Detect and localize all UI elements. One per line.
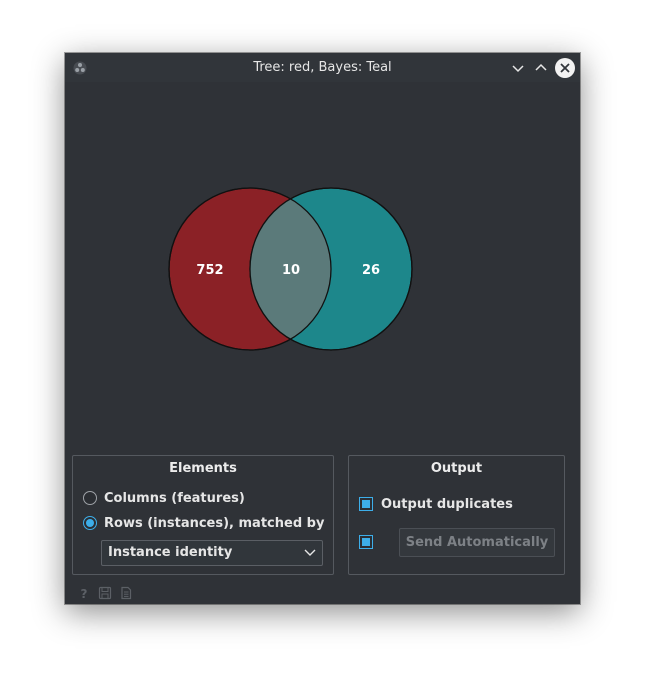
minimize-button[interactable] <box>508 58 528 78</box>
rows-radio-label: Rows (instances), matched by <box>104 515 325 531</box>
columns-radio-row[interactable]: Columns (features) <box>83 489 245 507</box>
title-bar: Tree: red, Bayes: Teal <box>65 53 580 82</box>
venn-intersection-count: 10 <box>282 263 300 278</box>
maximize-button[interactable] <box>531 58 551 78</box>
output-duplicates-checkbox[interactable] <box>359 497 373 511</box>
output-duplicates-row[interactable]: Output duplicates <box>359 495 513 513</box>
columns-radio[interactable] <box>83 491 97 505</box>
venn-left-count: 752 <box>196 263 223 278</box>
status-bar: ? <box>77 586 133 602</box>
venn-diagram: 752 10 26 <box>168 187 413 351</box>
send-automatically-button[interactable]: Send Automatically <box>399 528 555 557</box>
save-icon[interactable] <box>98 586 112 600</box>
close-button[interactable] <box>555 58 575 78</box>
match-by-dropdown[interactable]: Instance identity <box>101 540 323 566</box>
auto-send-checkbox[interactable] <box>359 535 373 549</box>
output-group: Output Output duplicates Send Automatica… <box>348 455 565 575</box>
rows-radio[interactable] <box>83 516 97 530</box>
match-by-value: Instance identity <box>108 545 233 560</box>
output-title: Output <box>430 461 483 476</box>
columns-radio-label: Columns (features) <box>104 490 245 506</box>
help-icon[interactable]: ? <box>77 586 91 600</box>
chevron-down-icon <box>304 549 316 556</box>
rows-radio-row[interactable]: Rows (instances), matched by <box>83 514 324 532</box>
report-icon[interactable] <box>119 586 133 600</box>
elements-group: Elements Columns (features) Rows (instan… <box>72 455 334 575</box>
window-title: Tree: red, Bayes: Teal <box>253 60 392 75</box>
svg-text:?: ? <box>81 587 88 600</box>
venn-right-count: 26 <box>362 263 380 278</box>
venn-diagram-window: Tree: red, Bayes: Teal 752 10 26 Element… <box>65 53 580 604</box>
auto-send-row[interactable] <box>359 533 381 551</box>
output-duplicates-label: Output duplicates <box>381 496 513 512</box>
elements-title: Elements <box>169 461 237 476</box>
